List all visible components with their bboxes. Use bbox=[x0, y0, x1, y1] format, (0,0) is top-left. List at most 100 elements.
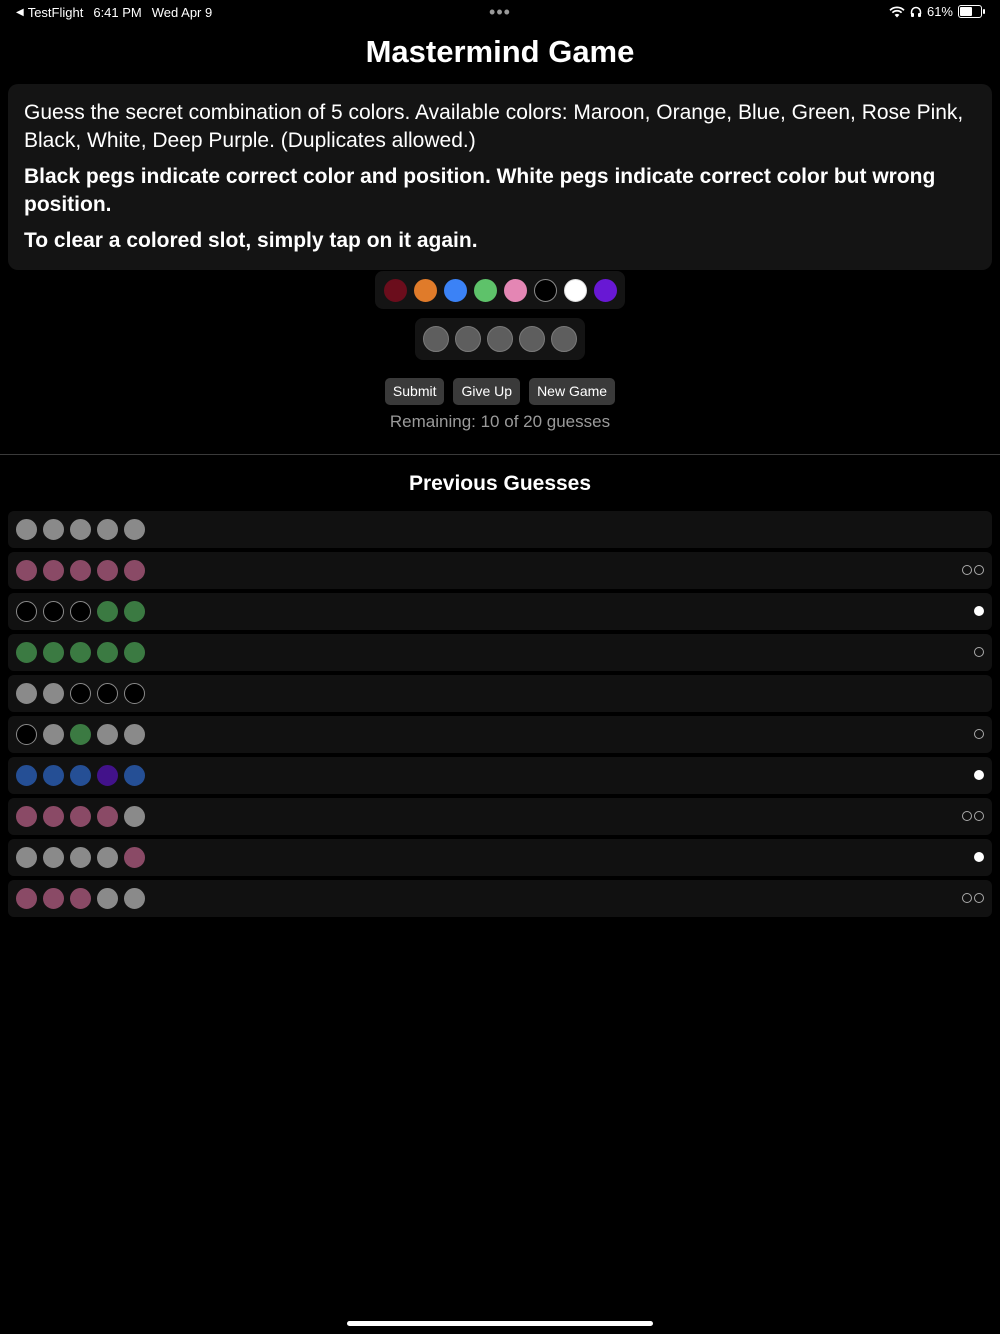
guess-peg bbox=[97, 765, 118, 786]
guess-row bbox=[8, 716, 992, 753]
remaining-guesses: Remaining: 10 of 20 guesses bbox=[389, 412, 611, 431]
guess-slot-2[interactable] bbox=[455, 326, 481, 352]
feedback-peg-black bbox=[962, 565, 972, 575]
feedback-peg-black bbox=[962, 893, 972, 903]
previous-guesses-title: Previous Guesses bbox=[408, 472, 592, 495]
guess-slot-4[interactable] bbox=[519, 326, 545, 352]
guess-peg bbox=[97, 519, 118, 540]
guess-peg bbox=[43, 765, 64, 786]
feedback-pegs bbox=[974, 606, 984, 616]
palette-color-white[interactable] bbox=[563, 278, 587, 302]
guess-row bbox=[8, 798, 992, 835]
guess-peg bbox=[70, 519, 91, 540]
palette-color-blue[interactable] bbox=[443, 278, 467, 302]
guess-pegs bbox=[16, 642, 145, 663]
guess-row bbox=[8, 511, 992, 548]
guess-pegs bbox=[16, 724, 145, 745]
clear-slot-hint: To clear a colored slot, simply tap on i… bbox=[24, 229, 478, 252]
guess-peg bbox=[70, 601, 91, 622]
guess-peg bbox=[43, 560, 64, 581]
guess-peg bbox=[70, 724, 91, 745]
feedback-peg-black bbox=[962, 811, 972, 821]
guess-peg bbox=[124, 765, 145, 786]
feedback-peg-black bbox=[974, 893, 984, 903]
feedback-pegs bbox=[962, 811, 984, 821]
guess-peg bbox=[97, 601, 118, 622]
guess-peg bbox=[70, 847, 91, 868]
guess-peg bbox=[97, 847, 118, 868]
guess-peg bbox=[43, 683, 64, 704]
guess-pegs bbox=[16, 806, 145, 827]
back-arrow-icon[interactable]: ◀ bbox=[16, 7, 24, 18]
guess-peg bbox=[16, 642, 37, 663]
guess-peg bbox=[43, 806, 64, 827]
palette-color-maroon[interactable] bbox=[383, 278, 407, 302]
feedback-peg-black bbox=[974, 729, 984, 739]
give-up-button[interactable]: Give Up bbox=[453, 378, 521, 405]
palette-color-rose-pink[interactable] bbox=[503, 278, 527, 302]
guess-peg bbox=[16, 888, 37, 909]
guess-row bbox=[8, 552, 992, 589]
feedback-pegs bbox=[974, 770, 984, 780]
guess-peg bbox=[16, 560, 37, 581]
guess-peg bbox=[124, 683, 145, 704]
guess-row bbox=[8, 839, 992, 876]
feedback-peg-black bbox=[974, 647, 984, 657]
guess-row bbox=[8, 675, 992, 712]
guess-peg bbox=[97, 724, 118, 745]
guess-row bbox=[8, 880, 992, 917]
submit-button[interactable]: Submit bbox=[384, 378, 445, 405]
guess-peg bbox=[16, 765, 37, 786]
multitasking-dots-icon[interactable]: ••• bbox=[489, 2, 511, 23]
guess-peg bbox=[43, 724, 64, 745]
peg-rules-text: Black pegs indicate correct color and po… bbox=[24, 165, 936, 216]
previous-guesses-list bbox=[8, 511, 992, 921]
feedback-peg-white bbox=[974, 852, 984, 862]
guess-peg bbox=[70, 765, 91, 786]
palette-color-orange[interactable] bbox=[413, 278, 437, 302]
status-bar: ◀ TestFlight 6:41 PM Wed Apr 9 ••• 61% bbox=[0, 0, 1000, 24]
wifi-icon bbox=[889, 6, 905, 17]
guess-peg bbox=[16, 601, 37, 622]
feedback-peg-white bbox=[974, 606, 984, 616]
guess-row bbox=[8, 634, 992, 671]
battery-percent: 61% bbox=[926, 4, 953, 19]
guess-slot-5[interactable] bbox=[551, 326, 577, 352]
guess-peg bbox=[43, 642, 64, 663]
guess-peg bbox=[124, 847, 145, 868]
status-left: ◀ TestFlight 6:41 PM Wed Apr 9 bbox=[16, 5, 212, 20]
guess-peg bbox=[70, 806, 91, 827]
palette-color-deep-purple[interactable] bbox=[593, 278, 617, 302]
guess-pegs bbox=[16, 601, 145, 622]
feedback-pegs bbox=[974, 647, 984, 657]
back-app-label[interactable]: TestFlight bbox=[28, 5, 84, 20]
guess-peg bbox=[70, 683, 91, 704]
guess-peg bbox=[16, 806, 37, 827]
guess-peg bbox=[16, 847, 37, 868]
status-date: Wed Apr 9 bbox=[151, 5, 213, 20]
guess-peg bbox=[124, 642, 145, 663]
new-game-button[interactable]: New Game bbox=[529, 378, 616, 405]
guess-pegs bbox=[16, 683, 145, 704]
home-indicator[interactable] bbox=[347, 1321, 653, 1326]
guess-pegs bbox=[16, 888, 145, 909]
battery-icon bbox=[958, 5, 985, 18]
instructions-text: Guess the secret combination of 5 colors… bbox=[24, 101, 964, 152]
guess-peg bbox=[70, 642, 91, 663]
guess-peg bbox=[97, 683, 118, 704]
guess-peg bbox=[16, 724, 37, 745]
action-buttons: Submit Give Up New Game bbox=[0, 378, 1000, 405]
guess-peg bbox=[70, 560, 91, 581]
guess-slot-3[interactable] bbox=[487, 326, 513, 352]
guess-peg bbox=[70, 888, 91, 909]
instructions-panel: Guess the secret combination of 5 colors… bbox=[8, 84, 992, 270]
palette-color-green[interactable] bbox=[473, 278, 497, 302]
palette-color-black[interactable] bbox=[533, 278, 557, 302]
guess-peg bbox=[124, 806, 145, 827]
feedback-pegs bbox=[962, 565, 984, 575]
feedback-peg-black bbox=[974, 565, 984, 575]
guess-peg bbox=[97, 806, 118, 827]
guess-peg bbox=[43, 519, 64, 540]
guess-pegs bbox=[16, 519, 145, 540]
guess-slot-1[interactable] bbox=[423, 326, 449, 352]
